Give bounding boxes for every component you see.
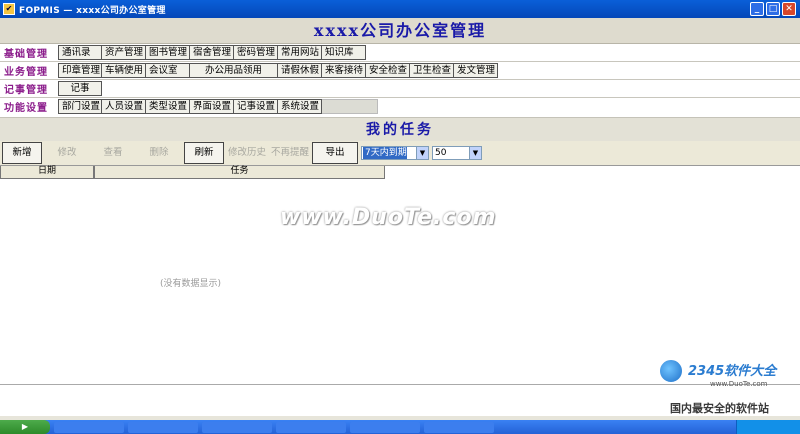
menu-category-settings: 功能设置 — [4, 102, 48, 114]
column-header-task[interactable]: 任务 — [94, 166, 385, 179]
minimize-button[interactable]: _ — [750, 2, 764, 16]
empty-placeholder: (没有数据显示) — [160, 279, 222, 289]
column-header-date[interactable]: 日期 — [0, 166, 94, 179]
start-button[interactable]: ▶ — [0, 420, 50, 434]
taskbar-item[interactable] — [128, 421, 198, 433]
task-toolbar: 新增 修改 查看 删除 刷新 修改历史 不再提醒 导出EXCEL 7天内到期 ▼… — [0, 141, 800, 178]
menu-item-hygiene-check[interactable]: 卫生检查 — [410, 62, 454, 78]
maximize-button[interactable]: □ — [766, 2, 780, 16]
smiley-logo-icon — [658, 358, 684, 384]
menu-item-knowledge[interactable]: 知识库 — [322, 44, 366, 60]
menu-item-blank — [322, 98, 378, 114]
menu-item-assets[interactable]: 资产管理 — [102, 44, 146, 60]
menu-item-staff[interactable]: 人员设置 — [102, 98, 146, 114]
add-button[interactable]: 新增 — [2, 142, 42, 164]
taskbar-item[interactable] — [276, 421, 346, 433]
task-panel-title: 我的任务 — [366, 122, 434, 138]
company-title: xxxx公司办公室管理 — [313, 21, 487, 40]
chevron-down-icon[interactable]: ▼ — [416, 147, 428, 159]
menu-item-safety-check[interactable]: 安全检查 — [366, 62, 410, 78]
taskbar-item[interactable] — [424, 421, 494, 433]
period-select-value: 7天内到期 — [363, 147, 407, 159]
menu-row-settings: 功能设置 部门设置 人员设置 类型设置 界面设置 记事设置 系统设置 — [0, 98, 800, 114]
view-button[interactable]: 查看 — [92, 142, 134, 164]
menu-item-contacts[interactable]: 通讯录 — [58, 44, 102, 60]
refresh-button[interactable]: 刷新 — [184, 142, 224, 164]
menu-item-visitors[interactable]: 来客接待 — [322, 62, 366, 78]
menu-category-basic: 基础管理 — [4, 48, 48, 60]
period-select[interactable]: 7天内到期 ▼ — [361, 146, 429, 160]
edit-button[interactable]: 修改 — [46, 142, 88, 164]
delete-button[interactable]: 删除 — [138, 142, 180, 164]
no-remind-button[interactable]: 不再提醒 — [268, 142, 312, 164]
menu-category-notes: 记事管理 — [4, 84, 48, 96]
app-icon: ✔ — [3, 3, 15, 15]
close-button[interactable]: ✕ — [782, 2, 796, 16]
menu-item-system[interactable]: 系统设置 — [278, 98, 322, 114]
task-grid[interactable]: 日期 任务 (没有数据显示) — [0, 165, 800, 385]
logo-site: www.DuoTe.com — [710, 380, 768, 388]
edit-history-button[interactable]: 修改历史 — [226, 142, 268, 164]
os-taskbar: ▶ — [0, 420, 800, 434]
menu-item-types[interactable]: 类型设置 — [146, 98, 190, 114]
system-tray[interactable] — [736, 420, 800, 434]
menu-item-passwords[interactable]: 密码管理 — [234, 44, 278, 60]
chevron-down-icon[interactable]: ▼ — [469, 147, 481, 159]
menu-item-interface[interactable]: 界面设置 — [190, 98, 234, 114]
count-select-value: 50 — [435, 148, 447, 158]
task-panel-header: 我的任务 — [0, 117, 800, 141]
taskbar-item[interactable] — [54, 421, 124, 433]
window-titlebar: ✔ FOPMIS — xxxx公司办公室管理 _ □ ✕ — [0, 0, 800, 18]
menu-row-business: 业务管理 印章管理 车辆使用 会议室 办公用品领用 请假休假 来客接待 安全检查… — [0, 62, 800, 78]
menu-item-documents[interactable]: 发文管理 — [454, 62, 498, 78]
logo-brand: 2345软件大全 — [688, 364, 777, 379]
menu-item-vehicles[interactable]: 车辆使用 — [102, 62, 146, 78]
menu-item-websites[interactable]: 常用网站 — [278, 44, 322, 60]
menu-row-notes: 记事管理 记事 — [0, 80, 800, 96]
taskbar-item[interactable] — [350, 421, 420, 433]
menu-row-basic: 基础管理 通讯录 资产管理 图书管理 宿舍管理 密码管理 常用网站 知识库 — [0, 44, 800, 60]
site-logo: 2345软件大全 www.DuoTe.com 国内最安全的软件站 — [658, 358, 798, 418]
menu-item-note-settings[interactable]: 记事设置 — [234, 98, 278, 114]
export-excel-button[interactable]: 导出EXCEL — [312, 142, 358, 178]
menu-item-departments[interactable]: 部门设置 — [58, 98, 102, 114]
menu-item-books[interactable]: 图书管理 — [146, 44, 190, 60]
menu-category-business: 业务管理 — [4, 66, 48, 78]
count-select[interactable]: 50 ▼ — [432, 146, 482, 160]
company-header: xxxx公司办公室管理 — [0, 18, 800, 44]
menu-item-leave[interactable]: 请假休假 — [278, 62, 322, 78]
logo-slogan: 国内最安全的软件站 — [670, 402, 769, 415]
menu-item-meeting-room[interactable]: 会议室 — [146, 62, 190, 78]
menu-item-notes[interactable]: 记事 — [58, 80, 102, 96]
menu-item-dorms[interactable]: 宿舍管理 — [190, 44, 234, 60]
window-title: FOPMIS — xxxx公司办公室管理 — [19, 5, 166, 16]
watermark-text: www.DuoTe.com — [280, 205, 497, 230]
taskbar-item[interactable] — [202, 421, 272, 433]
menu-item-seals[interactable]: 印章管理 — [58, 62, 102, 78]
grid-header: 日期 任务 — [0, 166, 800, 179]
menu-item-office-supplies[interactable]: 办公用品领用 — [190, 62, 278, 78]
